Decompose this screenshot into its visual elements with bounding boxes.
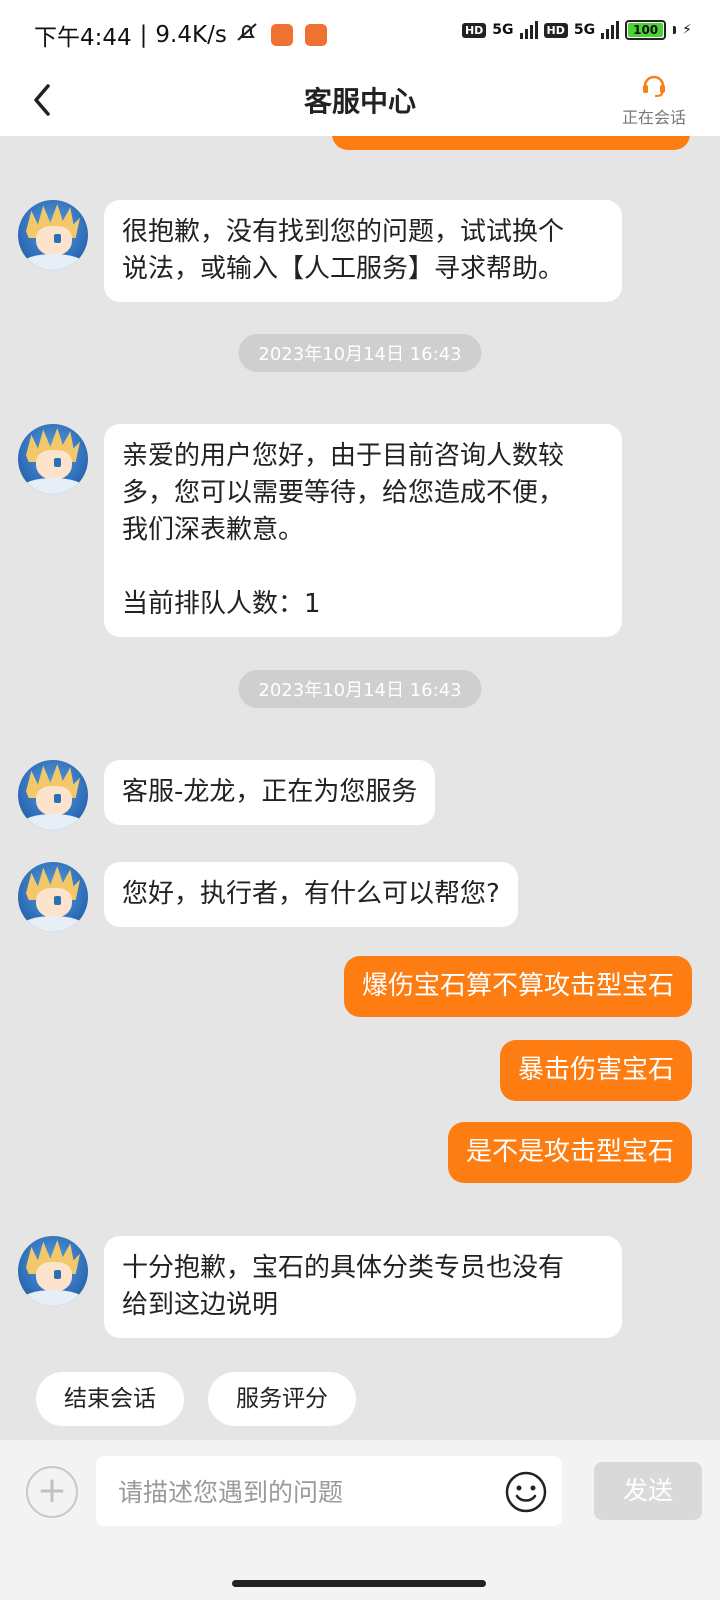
hd-icon: HD bbox=[461, 22, 487, 38]
message-input[interactable] bbox=[116, 1456, 500, 1528]
shop-app-icon bbox=[304, 24, 327, 46]
user-message: 爆伤宝石算不算攻击型宝石 bbox=[343, 956, 692, 1017]
agent-status-label: 正在会话 bbox=[621, 108, 686, 127]
emoji-icon[interactable] bbox=[504, 1470, 548, 1514]
agent-message: 很抱歉，没有找到您的问题，试试换个 说法，或输入【人工服务】寻求帮助。 bbox=[104, 200, 622, 302]
plus-icon: + bbox=[36, 1470, 68, 1511]
home-indicator[interactable] bbox=[232, 1580, 486, 1587]
agent-message: 您好，执行者，有什么可以帮您? bbox=[104, 862, 518, 927]
chat-area[interactable]: 很抱歉，没有找到您的问题，试试换个 说法，或输入【人工服务】寻求帮助。 2023… bbox=[0, 136, 720, 1470]
battery-icon: 100 bbox=[625, 20, 667, 40]
battery-level: 100 bbox=[628, 23, 664, 37]
status-bar: 下午4:44 | 9.4K/s HD 5G HD 5G 100 ⚡ bbox=[0, 0, 720, 66]
rate-service-button[interactable]: 服务评分 bbox=[208, 1372, 356, 1426]
headset-icon bbox=[643, 75, 665, 97]
mute-icon bbox=[235, 20, 259, 50]
status-right: HD 5G HD 5G 100 ⚡ bbox=[461, 20, 692, 40]
end-session-button[interactable]: 结束会话 bbox=[36, 1372, 184, 1426]
battery-tip bbox=[673, 26, 677, 34]
agent-message: 亲爱的用户您好，由于目前咨询人数较 多，您可以需要等待，给您造成不便， 我们深表… bbox=[104, 424, 622, 637]
user-message: 是不是攻击型宝石 bbox=[447, 1122, 692, 1183]
agent-avatar[interactable] bbox=[18, 1236, 88, 1306]
status-left: 下午4:44 | 9.4K/s bbox=[34, 18, 327, 52]
timestamp: 2023年10月14日 16:43 bbox=[238, 670, 482, 708]
signal-icon bbox=[519, 21, 538, 39]
agent-avatar[interactable] bbox=[18, 200, 88, 270]
hd-icon-2: HD bbox=[543, 22, 568, 38]
agent-avatar[interactable] bbox=[18, 760, 88, 830]
signal-icon-2 bbox=[601, 21, 620, 39]
message-input-container bbox=[96, 1456, 562, 1528]
network-label-2: 5G bbox=[573, 22, 596, 38]
charging-icon: ⚡ bbox=[682, 22, 692, 38]
agent-message: 十分抱歉，宝石的具体分类专员也没有 给到这边说明 bbox=[104, 1236, 622, 1338]
agent-status-button[interactable]: 正在会话 bbox=[614, 72, 694, 128]
add-attachment-button[interactable]: + bbox=[26, 1466, 78, 1518]
page-title: 客服中心 bbox=[303, 85, 416, 118]
agent-avatar[interactable] bbox=[18, 862, 88, 932]
input-bar: + 发送 bbox=[0, 1440, 720, 1564]
network-label: 5G bbox=[492, 22, 514, 38]
send-button[interactable]: 发送 bbox=[594, 1462, 702, 1520]
previous-user-bubble bbox=[332, 136, 690, 150]
status-divider: | bbox=[139, 22, 148, 48]
timestamp: 2023年10月14日 16:43 bbox=[238, 334, 482, 372]
status-speed: 9.4K/s bbox=[155, 22, 227, 48]
agent-avatar[interactable] bbox=[18, 424, 88, 494]
header: 客服中心 正在会话 bbox=[0, 66, 720, 136]
agent-message: 客服-龙龙，正在为您服务 bbox=[104, 760, 436, 825]
quick-actions: 结束会话 服务评分 bbox=[0, 1372, 720, 1426]
user-message: 暴击伤害宝石 bbox=[499, 1040, 692, 1101]
status-time: 下午4:44 bbox=[34, 25, 132, 51]
video-app-icon bbox=[270, 24, 293, 46]
